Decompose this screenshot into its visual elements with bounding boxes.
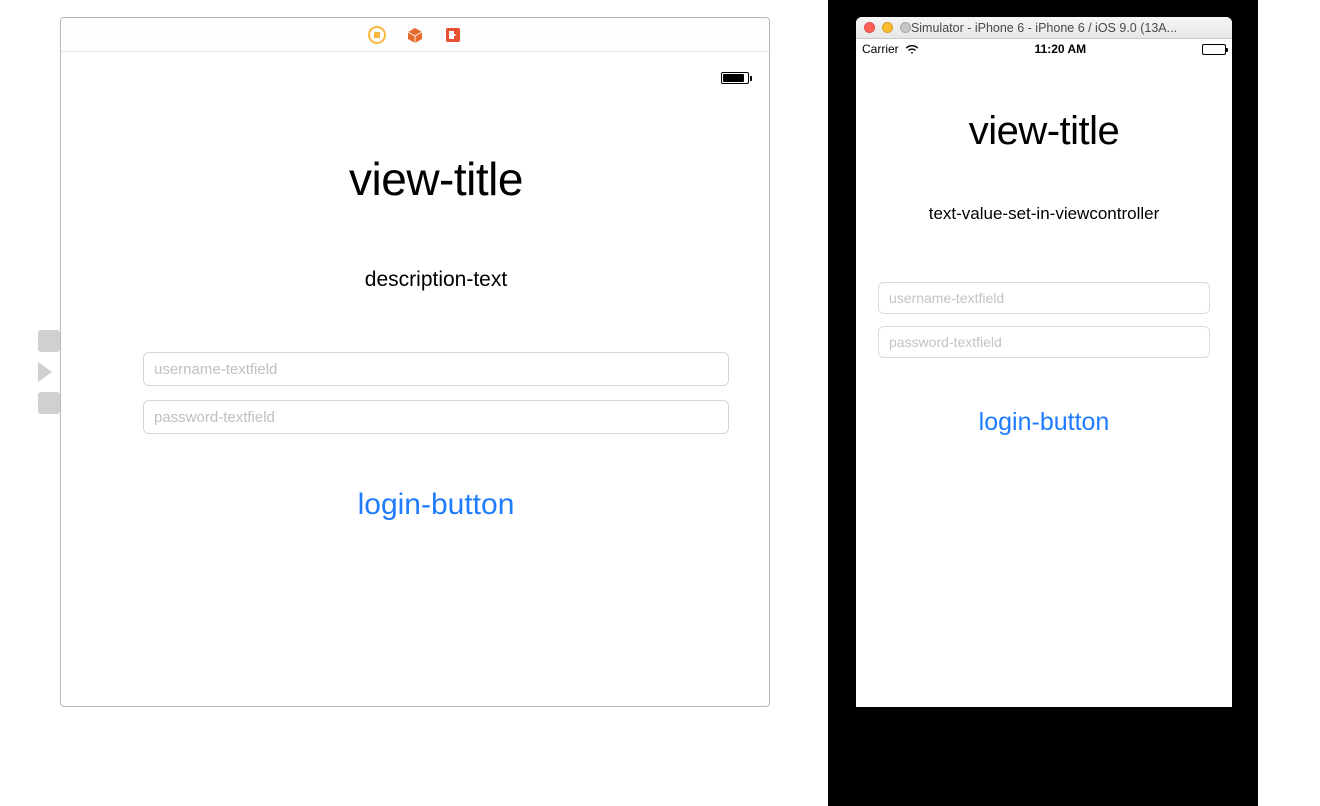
username-textfield[interactable]	[878, 282, 1210, 314]
interface-builder-frame: view-title description-text login-button	[60, 17, 770, 707]
carrier-label: Carrier	[862, 42, 899, 56]
close-window-icon[interactable]	[864, 22, 875, 33]
ib-toolbar	[61, 18, 769, 52]
minimize-window-icon[interactable]	[882, 22, 893, 33]
password-textfield[interactable]	[143, 400, 729, 434]
ios-status-bar: Carrier 11:20 AM	[856, 39, 1232, 59]
status-bar-battery-icon	[721, 72, 749, 84]
view-title-label: view-title	[349, 152, 523, 206]
username-textfield[interactable]	[143, 352, 729, 386]
login-view-stack: view-title description-text login-button	[113, 152, 759, 522]
view-title-label: view-title	[969, 109, 1120, 154]
exit-segue-icon[interactable]	[444, 26, 462, 44]
zoom-window-icon[interactable]	[900, 22, 911, 33]
stop-debug-icon[interactable]	[368, 26, 386, 44]
simulator-device-bezel: Simulator - iPhone 6 - iPhone 6 / iOS 9.…	[828, 0, 1258, 806]
simulator-window: Simulator - iPhone 6 - iPhone 6 / iOS 9.…	[856, 17, 1232, 707]
battery-icon	[1202, 44, 1226, 55]
mac-window-titlebar[interactable]: Simulator - iPhone 6 - iPhone 6 / iOS 9.…	[856, 17, 1232, 39]
ib-device-canvas: view-title description-text login-button	[113, 62, 759, 696]
description-label: description-text	[365, 268, 507, 292]
simulator-screen: Carrier 11:20 AM view-title text-value-s…	[856, 39, 1232, 707]
login-view-stack: view-title text-value-set-in-viewcontrol…	[856, 109, 1232, 437]
wifi-icon	[905, 44, 919, 54]
status-time: 11:20 AM	[1035, 42, 1087, 56]
login-button[interactable]: login-button	[358, 488, 515, 522]
traffic-lights[interactable]	[856, 22, 911, 33]
window-title: Simulator - iPhone 6 - iPhone 6 / iOS 9.…	[856, 21, 1232, 35]
description-label: text-value-set-in-viewcontroller	[929, 204, 1160, 224]
package-3d-icon[interactable]	[406, 26, 424, 44]
login-button[interactable]: login-button	[979, 408, 1110, 437]
password-textfield[interactable]	[878, 326, 1210, 358]
